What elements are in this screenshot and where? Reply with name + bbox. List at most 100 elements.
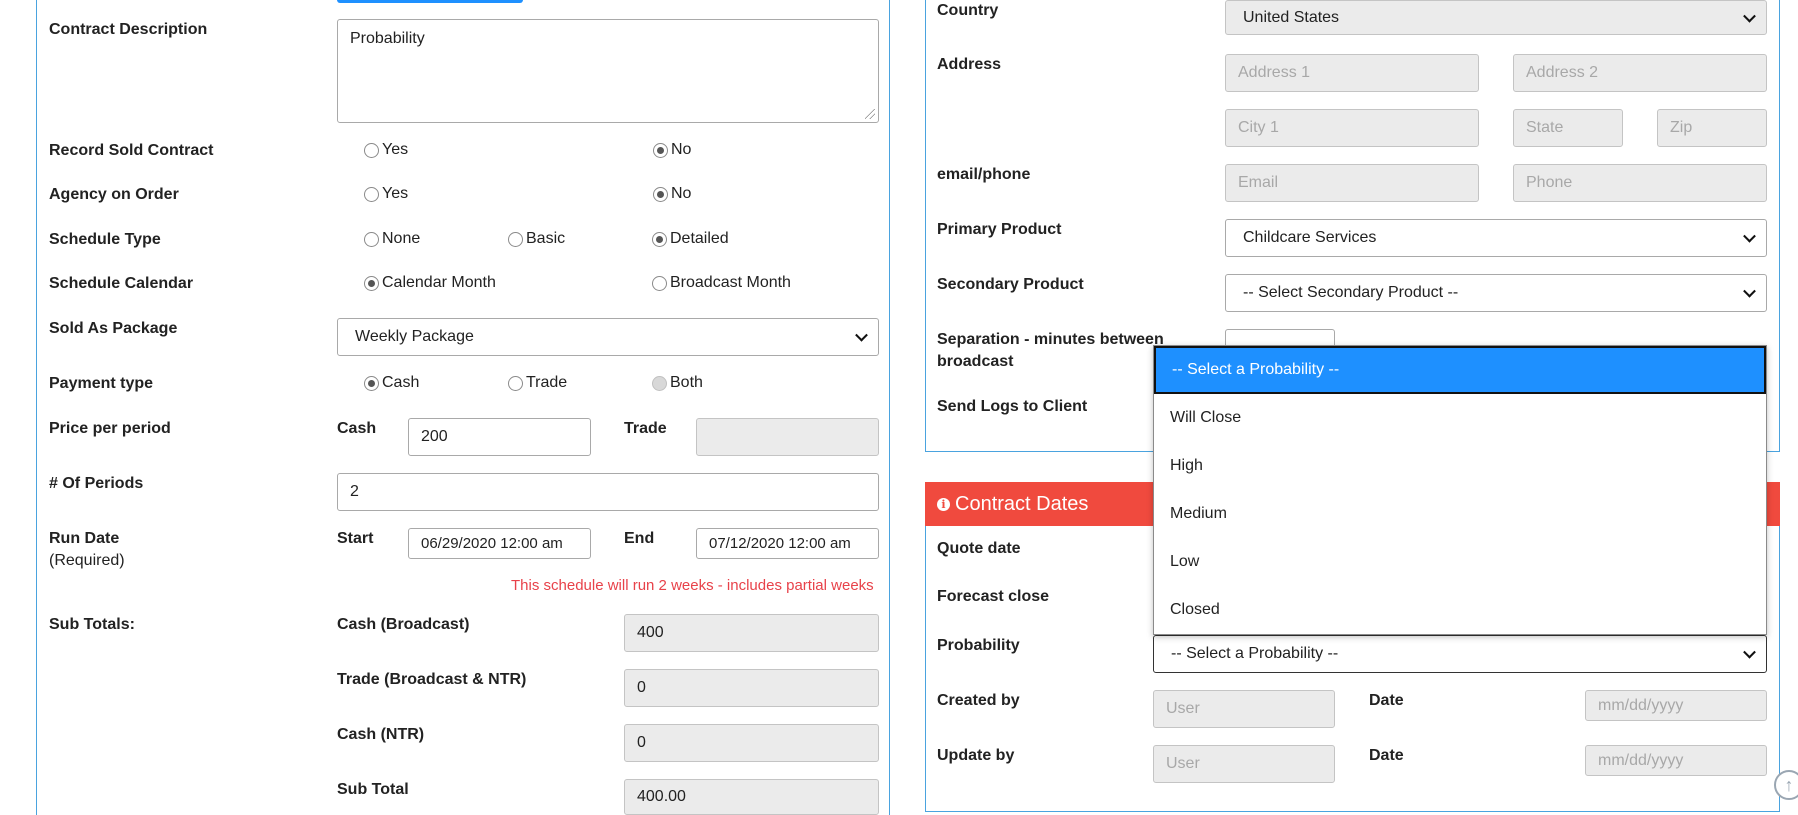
update-date-input[interactable]: mm/dd/yyyy xyxy=(1585,745,1767,776)
payment-both-radio[interactable]: Both xyxy=(652,374,703,392)
arrow-up-icon: ↑ xyxy=(1784,774,1794,795)
run-date-end-input[interactable]: 07/12/2020 12:00 am xyxy=(696,528,879,559)
address-label: Address xyxy=(937,56,1002,73)
radio-selected-icon[interactable] xyxy=(653,186,668,202)
email-input[interactable]: Email xyxy=(1225,164,1479,202)
schedule-notice: This schedule will run 2 weeks - include… xyxy=(511,577,874,594)
agency-on-order-label: Agency on Order xyxy=(49,186,179,203)
radio-icon[interactable] xyxy=(508,231,523,247)
city-input[interactable]: City 1 xyxy=(1225,109,1479,147)
broadcast-month-radio[interactable]: Broadcast Month xyxy=(652,274,791,292)
schedule-type-basic-radio[interactable]: Basic xyxy=(508,230,565,248)
schedule-type-detailed-radio[interactable]: Detailed xyxy=(652,230,729,248)
sub-total-input: 400.00 xyxy=(624,779,879,815)
run-date-start-label: Start xyxy=(337,530,374,547)
primary-product-label: Primary Product xyxy=(937,221,1062,238)
schedule-type-label: Schedule Type xyxy=(49,231,161,248)
record-sold-no-radio[interactable]: No xyxy=(653,141,691,159)
price-per-period-label: Price per period xyxy=(49,420,171,437)
country-select[interactable]: United States xyxy=(1225,0,1767,35)
contract-description-value: Probability xyxy=(350,30,425,47)
probability-option[interactable]: -- Select a Probability -- xyxy=(1154,346,1766,394)
update-by-input[interactable]: User xyxy=(1153,745,1335,783)
secondary-product-label: Secondary Product xyxy=(937,276,1084,293)
radio-selected-icon[interactable] xyxy=(364,275,379,291)
created-date-input[interactable]: mm/dd/yyyy xyxy=(1585,690,1767,721)
radio-disabled-icon xyxy=(652,375,667,391)
sub-total-label: Sub Total xyxy=(337,781,409,798)
trade-broadcast-ntr-label: Trade (Broadcast & NTR) xyxy=(337,671,527,688)
separation-label: Separation - minutes between broadcast xyxy=(937,331,1164,370)
sold-as-package-label: Sold As Package xyxy=(49,320,178,337)
trade-broadcast-ntr-input: 0 xyxy=(624,669,879,707)
forecast-close-label: Forecast close xyxy=(937,588,1050,605)
cash-broadcast-input: 400 xyxy=(624,614,879,652)
contract-description-label: Contract Description xyxy=(49,21,208,38)
schedule-type-none-radio[interactable]: None xyxy=(364,230,420,248)
num-periods-input[interactable]: 2 xyxy=(337,473,879,511)
chevron-down-icon xyxy=(1743,645,1756,659)
radio-icon[interactable] xyxy=(508,375,523,391)
price-cash-input[interactable]: 200 xyxy=(408,418,591,456)
quote-date-label: Quote date xyxy=(937,540,1021,557)
contract-description-textarea[interactable]: Probability xyxy=(337,19,879,123)
secondary-product-select[interactable]: -- Select Secondary Product -- xyxy=(1225,274,1767,312)
radio-icon[interactable] xyxy=(364,186,379,202)
run-date-end-label: End xyxy=(624,530,655,547)
probability-label: Probability xyxy=(937,637,1020,654)
chevron-down-icon xyxy=(1743,284,1756,298)
update-by-label: Update by xyxy=(937,747,1015,764)
price-trade-input[interactable] xyxy=(696,418,879,456)
price-cash-label: Cash xyxy=(337,420,377,437)
radio-selected-icon[interactable] xyxy=(364,375,379,391)
radio-icon[interactable] xyxy=(364,142,379,158)
resize-handle-icon[interactable] xyxy=(865,109,875,119)
address1-input[interactable]: Address 1 xyxy=(1225,54,1479,92)
email-phone-label: email/phone xyxy=(937,166,1031,183)
phone-input[interactable]: Phone xyxy=(1513,164,1767,202)
run-date-start-input[interactable]: 06/29/2020 12:00 am xyxy=(408,528,591,559)
probability-option[interactable]: Low xyxy=(1154,538,1766,586)
update-date-label: Date xyxy=(1369,747,1404,764)
scroll-to-top-button[interactable]: ↑ xyxy=(1774,770,1798,800)
sub-totals-label: Sub Totals: xyxy=(49,616,135,633)
probability-dropdown-list: -- Select a Probability -- Will Close Hi… xyxy=(1153,345,1767,635)
created-by-label: Created by xyxy=(937,692,1020,709)
payment-cash-radio[interactable]: Cash xyxy=(364,374,419,392)
agency-no-radio[interactable]: No xyxy=(653,185,691,203)
run-date-required-label: (Required) xyxy=(49,552,125,569)
sold-as-package-select[interactable]: Weekly Package xyxy=(337,318,879,356)
radio-icon[interactable] xyxy=(364,231,379,247)
primary-product-select[interactable]: Childcare Services xyxy=(1225,219,1767,257)
address2-input[interactable]: Address 2 xyxy=(1513,54,1767,92)
cash-broadcast-label: Cash (Broadcast) xyxy=(337,616,470,633)
probability-option[interactable]: Closed xyxy=(1154,586,1766,634)
num-periods-label: # Of Periods xyxy=(49,475,144,492)
agency-yes-radio[interactable]: Yes xyxy=(364,185,408,203)
created-by-input[interactable]: User xyxy=(1153,690,1335,728)
probability-option[interactable]: Will Close xyxy=(1154,394,1766,442)
radio-selected-icon[interactable] xyxy=(653,142,668,158)
record-sold-yes-radio[interactable]: Yes xyxy=(364,141,408,159)
payment-type-label: Payment type xyxy=(49,375,154,392)
chevron-down-icon xyxy=(1743,229,1756,243)
calendar-month-radio[interactable]: Calendar Month xyxy=(364,274,496,292)
probability-option[interactable]: Medium xyxy=(1154,490,1766,538)
probability-option[interactable]: High xyxy=(1154,442,1766,490)
zip-input[interactable]: Zip xyxy=(1657,109,1767,147)
radio-icon[interactable] xyxy=(652,275,667,291)
price-trade-label: Trade xyxy=(624,420,667,437)
probability-select[interactable]: -- Select a Probability -- xyxy=(1153,635,1767,673)
run-date-label: Run Date xyxy=(49,530,120,547)
cash-ntr-input: 0 xyxy=(624,724,879,762)
state-input[interactable]: State xyxy=(1513,109,1623,147)
radio-selected-icon[interactable] xyxy=(652,231,667,247)
top-button-partial[interactable] xyxy=(337,0,523,3)
payment-trade-radio[interactable]: Trade xyxy=(508,374,567,392)
info-icon: i xyxy=(937,497,950,511)
record-sold-contract-label: Record Sold Contract xyxy=(49,142,214,159)
created-date-label: Date xyxy=(1369,692,1404,709)
chevron-down-icon xyxy=(1743,9,1756,23)
cash-ntr-label: Cash (NTR) xyxy=(337,726,425,743)
schedule-calendar-label: Schedule Calendar xyxy=(49,275,194,292)
